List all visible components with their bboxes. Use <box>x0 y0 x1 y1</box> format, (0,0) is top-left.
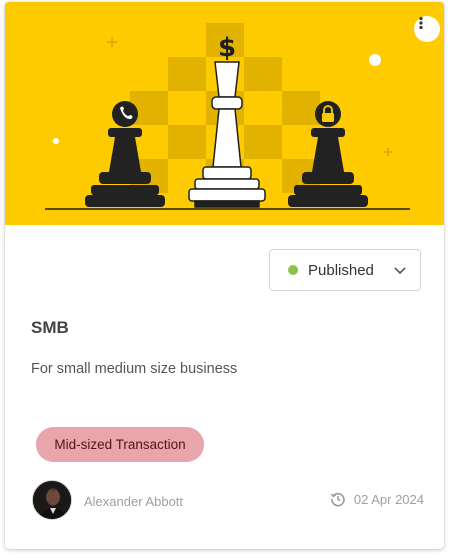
card-description: For small medium size business <box>31 361 238 377</box>
white-dot <box>369 54 381 66</box>
status-dropdown[interactable]: Published <box>269 249 421 291</box>
banner-illustration: $ <box>5 2 444 225</box>
dollar-icon: $ <box>218 33 236 63</box>
more-vertical-icon <box>419 16 423 30</box>
date-info: 02 Apr 2024 <box>330 491 424 507</box>
white-dot <box>53 138 59 144</box>
author-avatar <box>32 480 72 520</box>
publish-date: 02 Apr 2024 <box>353 491 424 507</box>
status-label: Published <box>308 261 374 279</box>
svg-text:$: $ <box>218 33 236 63</box>
chess-illustration: $ <box>45 23 410 210</box>
author-name: Alexander Abbott <box>84 494 184 509</box>
transaction-tag: Mid-sized Transaction <box>36 427 204 462</box>
card-title: SMB <box>31 318 69 337</box>
person-avatar-icon <box>33 481 71 519</box>
chevron-down-icon <box>394 267 406 275</box>
more-options-button[interactable] <box>414 16 440 42</box>
history-icon <box>330 492 345 507</box>
status-dot <box>288 265 298 275</box>
plan-card: $ Published SMB For small medium size bu… <box>5 2 444 549</box>
